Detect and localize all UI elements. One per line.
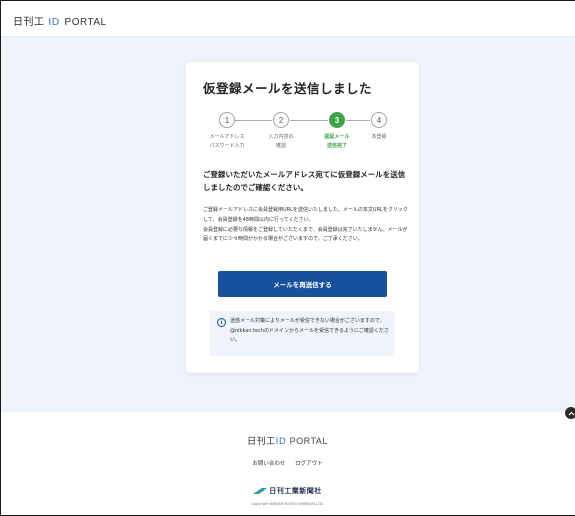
step-3-label-line2: 送信完了: [326, 143, 347, 149]
resend-email-button[interactable]: メールを再送信する: [218, 271, 387, 297]
footer-logo-id: ID: [275, 437, 287, 447]
step-1-indicator: 1: [219, 112, 235, 128]
scroll-to-top-button[interactable]: [565, 407, 575, 419]
step-2-label-line2: 確認: [275, 143, 286, 149]
logo-prefix: 日刊工: [13, 17, 45, 28]
spam-notice-text: 迷惑メール対策によりメールが受信できない場合がございますので、@nikkan.t…: [230, 318, 389, 343]
instructions: ご登録メールアドレスに会員登録用URLを送信いたしました。メールの本文URLをク…: [203, 206, 408, 245]
logout-link[interactable]: ログアウト: [295, 461, 323, 467]
step-1-label-line2: パスワード入力: [209, 143, 245, 149]
step-4-indicator: 4: [371, 112, 387, 128]
footer-logo-suffix: PORTAL: [289, 436, 328, 446]
site-header: 日刊工 ID PORTAL: [1, 1, 575, 37]
company-name: 日刊工業新聞社: [269, 487, 322, 495]
footer-links: お問い合わせ ログアウト: [0, 459, 575, 467]
step-connector: [290, 119, 328, 121]
step-2-label: 入力内容の 確認: [256, 133, 306, 151]
step-1-label: メールアドレス パスワード入力: [202, 133, 252, 151]
step-connector: [234, 119, 272, 121]
logo-suffix: PORTAL: [64, 17, 107, 28]
company-brand[interactable]: 日刊工業新聞社: [0, 486, 575, 496]
confirmation-card: 仮登録メールを送信しました 1 2 3 4 メールアドレス パスワード入力 入力…: [186, 62, 419, 373]
footer-logo-prefix: 日刊工: [247, 437, 276, 447]
step-1-label-line1: メールアドレス: [209, 134, 245, 140]
step-3-indicator: 3: [329, 112, 345, 128]
logo-id: ID: [48, 17, 60, 28]
info-circle-icon: i: [217, 318, 226, 327]
contact-link[interactable]: お問い合わせ: [252, 461, 285, 467]
step-4-label: 本登録: [354, 133, 404, 142]
instructions-paragraph-1: ご登録メールアドレスに会員登録用URLを送信いたしました。メールの本文URLをク…: [203, 207, 408, 223]
chevron-up-icon: [568, 411, 574, 415]
step-2-indicator: 2: [273, 112, 289, 128]
step-2-label-line1: 入力内容の: [268, 134, 294, 140]
spam-notice-box: i 迷惑メール対策によりメールが受信できない場合がございますので、@nikkan…: [210, 311, 395, 356]
step-connector: [346, 119, 370, 121]
footer-logo[interactable]: 日刊工ID PORTAL: [0, 434, 575, 447]
step-4-label-line1: 本登録: [371, 134, 387, 140]
page-title: 仮登録メールを送信しました: [203, 81, 373, 96]
copyright: Copyright NIKKAN KOGYO SHIMBUN,LTD.: [251, 502, 324, 506]
instructions-paragraph-2: 会員登録に必要な情報をご登録していただくまで、会員登録は完了いたしません。メール…: [203, 226, 408, 243]
portal-logo[interactable]: 日刊工 ID PORTAL: [13, 13, 107, 28]
company-mark-icon: [253, 488, 268, 494]
lead-message: ご登録いただいたメールアドレス宛てに仮登録メールを送信しましたのでご確認ください…: [203, 170, 406, 192]
